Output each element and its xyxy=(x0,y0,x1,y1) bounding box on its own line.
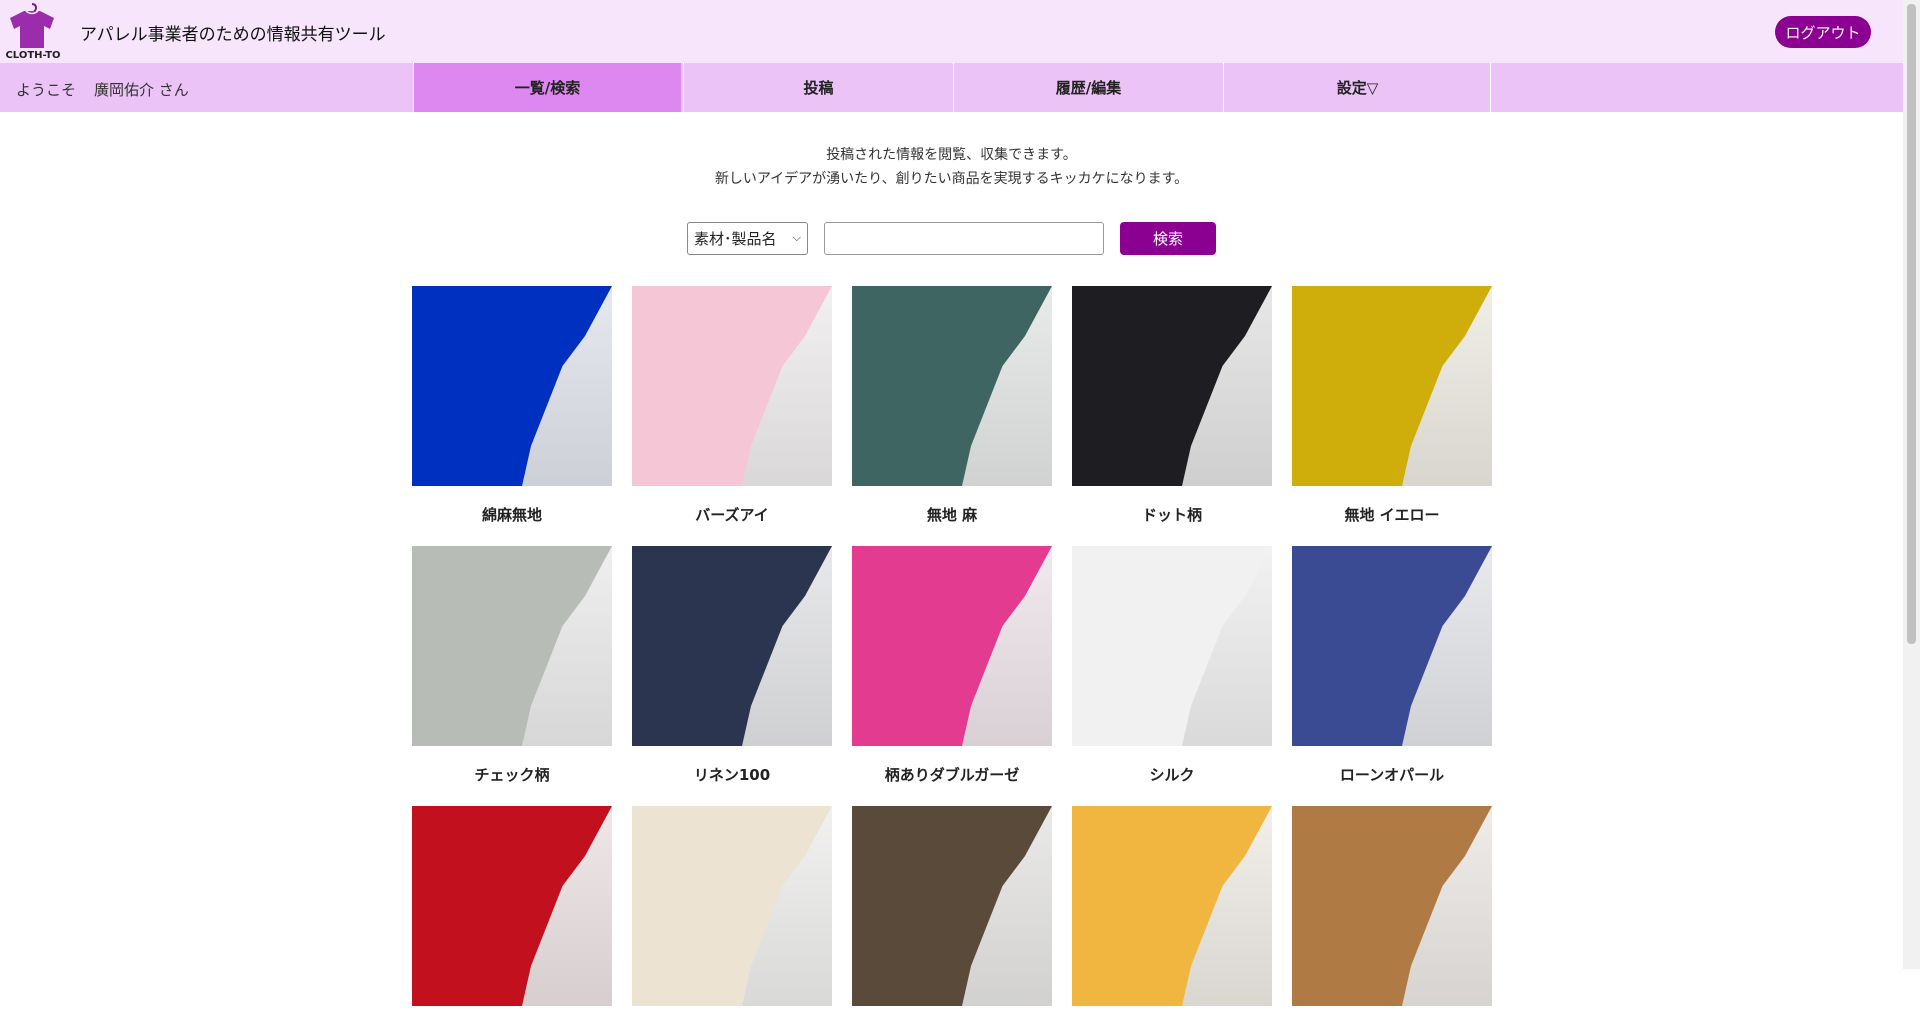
user-name: 廣岡佑介 さん xyxy=(94,81,189,99)
fabric-image[interactable] xyxy=(412,546,612,746)
fabric-fold-shadow xyxy=(962,286,1052,486)
fabric-image[interactable] xyxy=(412,806,612,1006)
fabric-image[interactable] xyxy=(1292,546,1492,746)
fabric-card[interactable]: ローンオパール xyxy=(1292,546,1492,785)
fabric-image[interactable] xyxy=(1072,546,1272,746)
fabric-card[interactable] xyxy=(1292,806,1492,1024)
fabric-image[interactable] xyxy=(1292,806,1492,1006)
logo-text: CLOTH-TO xyxy=(5,50,61,61)
fabric-image[interactable] xyxy=(412,286,612,486)
logout-button[interactable]: ログアウト xyxy=(1775,16,1871,48)
welcome-label: ようこそ xyxy=(16,81,77,99)
fabric-name[interactable]: リネン100 xyxy=(632,764,832,785)
fabric-name[interactable]: バーズアイ xyxy=(632,504,832,525)
fabric-name[interactable]: ローンオパール xyxy=(1292,764,1492,785)
fabric-image[interactable] xyxy=(1292,286,1492,486)
fabric-card[interactable]: 綿麻無地 xyxy=(412,286,612,525)
chevron-down-icon: ⌵ xyxy=(792,231,801,244)
fabric-image[interactable] xyxy=(1072,286,1272,486)
welcome-message: ようこそ 廣岡佑介 さん xyxy=(16,79,189,100)
intro-line-1: 投稿された情報を閲覧、収集できます。 xyxy=(826,147,1077,163)
fabric-name[interactable]: ドット柄 xyxy=(1072,504,1272,525)
intro-line-2: 新しいアイデアが湧いたり、創りたい商品を実現するキッカケになります。 xyxy=(714,171,1189,187)
fabric-name[interactable]: 無地 イエロー xyxy=(1292,504,1492,525)
shirt-hanger-icon xyxy=(10,3,54,48)
fabric-fold-shadow xyxy=(1182,806,1272,1006)
fabric-fold-shadow xyxy=(522,546,612,746)
search-input[interactable] xyxy=(824,222,1104,255)
fabric-image[interactable] xyxy=(852,286,1052,486)
fabric-name[interactable]: 柄ありダブルガーゼ xyxy=(852,764,1052,785)
fabric-fold-shadow xyxy=(962,806,1052,1006)
app-title: アパレル事業者のための情報共有ツール xyxy=(80,25,386,45)
fabric-fold-shadow xyxy=(742,286,832,486)
fabric-card[interactable] xyxy=(852,806,1052,1024)
fabric-fold-shadow xyxy=(1402,806,1492,1006)
cloth-to-logo[interactable]: CLOTH-TO xyxy=(2,2,62,61)
fabric-card[interactable]: 無地 麻 xyxy=(852,286,1052,525)
fabric-fold-shadow xyxy=(522,286,612,486)
fabric-fold-shadow xyxy=(742,546,832,746)
fabric-card[interactable]: 無地 イエロー xyxy=(1292,286,1492,525)
app-header: CLOTH-TO アパレル事業者のための情報共有ツール ログアウト xyxy=(0,0,1903,63)
fabric-fold-shadow xyxy=(742,806,832,1006)
fabric-fold-shadow xyxy=(1402,286,1492,486)
fabric-image[interactable] xyxy=(1072,806,1272,1006)
fabric-card[interactable]: 柄ありダブルガーゼ xyxy=(852,546,1052,785)
fabric-name[interactable]: チェック柄 xyxy=(412,764,612,785)
fabric-image[interactable] xyxy=(632,806,832,1006)
tab-post[interactable]: 投稿 xyxy=(683,63,953,112)
fabric-fold-shadow xyxy=(1402,546,1492,746)
fabric-card[interactable]: リネン100 xyxy=(632,546,832,785)
fabric-card[interactable] xyxy=(632,806,832,1024)
fabric-image[interactable] xyxy=(852,806,1052,1006)
fabric-fold-shadow xyxy=(1182,546,1272,746)
fabric-name[interactable]: シルク xyxy=(1072,764,1272,785)
intro-text: 投稿された情報を閲覧、収集できます。 新しいアイデアが湧いたり、創りたい商品を実… xyxy=(0,143,1903,191)
tab-list-search[interactable]: 一覧/検索 xyxy=(413,63,681,112)
fabric-card[interactable]: ドット柄 xyxy=(1072,286,1272,525)
tab-settings[interactable]: 設定▽ xyxy=(1223,63,1491,112)
fabric-card[interactable] xyxy=(1072,806,1272,1024)
fabric-name[interactable]: 無地 麻 xyxy=(852,504,1052,525)
fabric-image[interactable] xyxy=(632,286,832,486)
fabric-card[interactable]: バーズアイ xyxy=(632,286,832,525)
main-nav: ようこそ 廣岡佑介 さん 一覧/検索 投稿 履歴/編集 設定▽ xyxy=(0,63,1903,112)
fabric-fold-shadow xyxy=(522,806,612,1006)
search-category-select[interactable]: 素材･製品名 ⌵ xyxy=(687,222,808,255)
scrollbar-thumb[interactable] xyxy=(1907,4,1916,644)
search-category-value: 素材･製品名 xyxy=(694,230,777,248)
fabric-fold-shadow xyxy=(962,546,1052,746)
fabric-name[interactable]: 綿麻無地 xyxy=(412,504,612,525)
fabric-fold-shadow xyxy=(1182,286,1272,486)
search-button[interactable]: 検索 xyxy=(1120,222,1216,255)
fabric-image[interactable] xyxy=(632,546,832,746)
nav-divider xyxy=(1490,63,1491,112)
fabric-card[interactable] xyxy=(412,806,612,1024)
fabric-card[interactable]: シルク xyxy=(1072,546,1272,785)
tab-history-edit[interactable]: 履歴/編集 xyxy=(953,63,1223,112)
fabric-card[interactable]: チェック柄 xyxy=(412,546,612,785)
fabric-image[interactable] xyxy=(852,546,1052,746)
